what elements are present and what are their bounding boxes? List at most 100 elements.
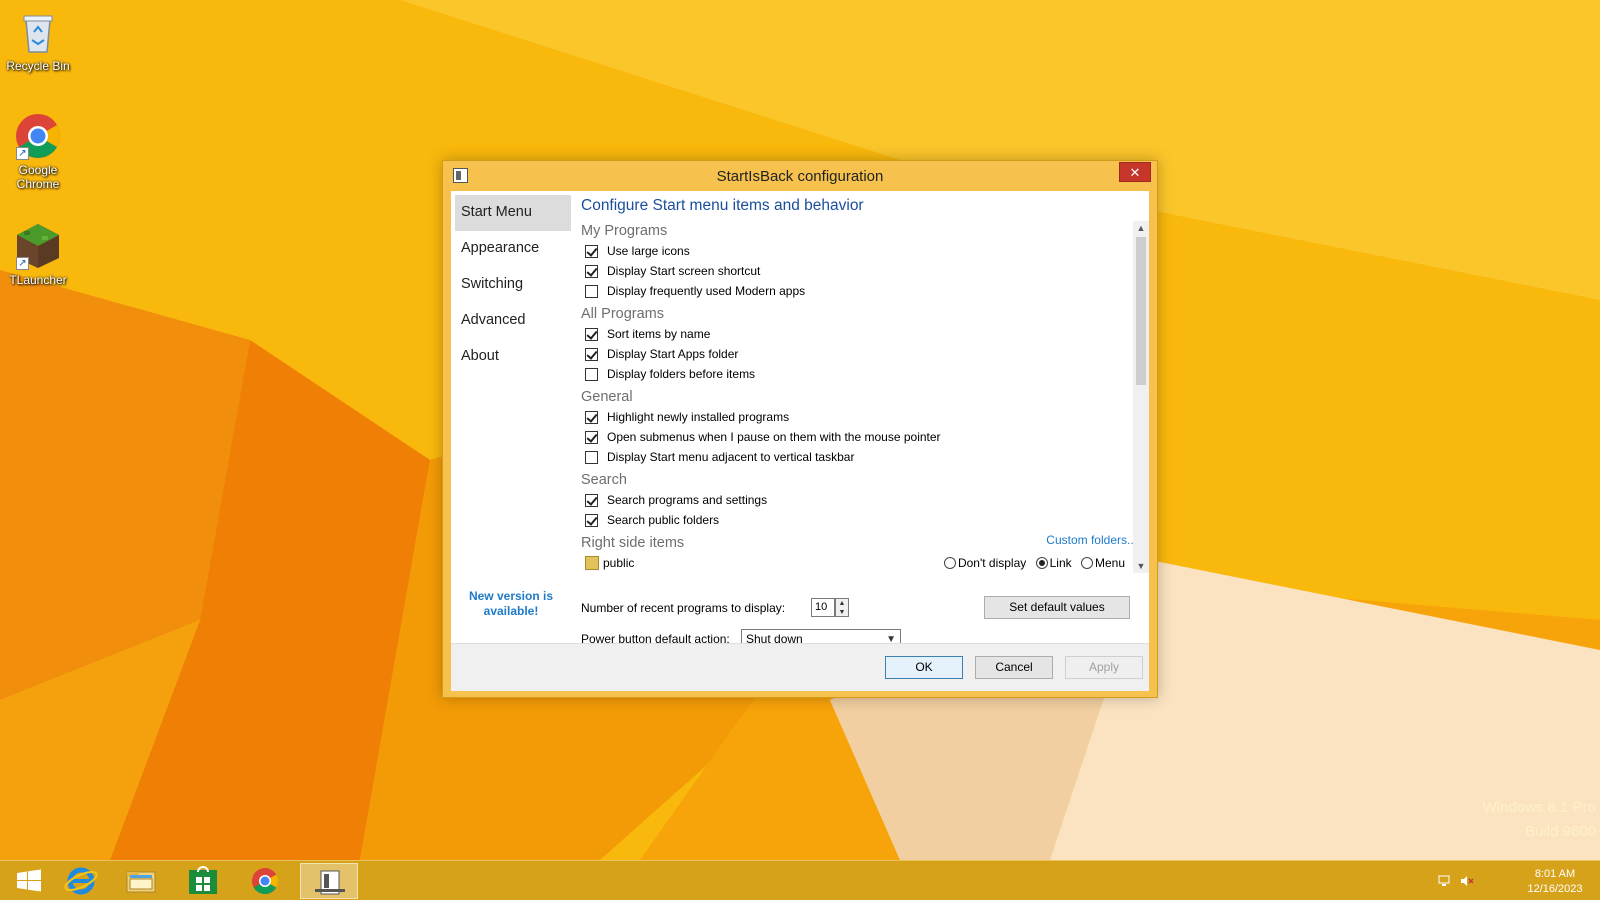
- checkbox-checked[interactable]: [585, 244, 598, 258]
- taskbar: 8:01 AM 12/16/2023: [0, 860, 1600, 900]
- close-icon: ✕: [1129, 165, 1141, 180]
- option-label: Search public folders: [607, 513, 720, 527]
- option-start-apps-folder[interactable]: Display Start Apps folder: [581, 344, 1141, 364]
- chrome-icon: [252, 868, 279, 895]
- option-label: Search programs and settings: [607, 493, 768, 507]
- taskbar-store[interactable]: [174, 863, 232, 899]
- option-frequent-modern-apps[interactable]: Display frequently used Modern apps: [581, 281, 1141, 301]
- desktop-icon-google-chrome[interactable]: ↗ Google Chrome: [2, 112, 74, 191]
- desktop-icon-recycle-bin[interactable]: Recycle Bin: [2, 8, 74, 73]
- section-my-programs: My Programs: [581, 223, 668, 239]
- options-scrollbar[interactable]: ▲ ▼: [1133, 221, 1149, 573]
- radio-menu[interactable]: [1080, 557, 1093, 569]
- options-scroll-area: My Programs Use large icons Display Star…: [581, 221, 1141, 573]
- checkbox-checked[interactable]: [585, 430, 598, 444]
- right-side-item-label: public: [603, 556, 635, 570]
- start-button[interactable]: [0, 863, 58, 899]
- custom-folders-link[interactable]: Custom folders...: [1046, 533, 1137, 547]
- file-explorer-icon: [126, 871, 156, 893]
- option-label: Display Start menu adjacent to vertical …: [607, 450, 855, 464]
- recycle-bin-label: Recycle Bin: [6, 59, 70, 73]
- radio-dont-display[interactable]: [943, 557, 956, 569]
- nav-item-advanced[interactable]: Advanced: [455, 303, 571, 339]
- start-icon: [17, 869, 41, 892]
- radio-label: Don't display: [957, 556, 1027, 570]
- recycle-bin-icon: [14, 8, 62, 56]
- dialog-footer: OK Cancel Apply: [451, 643, 1149, 691]
- option-open-submenus-hover[interactable]: Open submenus when I pause on them with …: [581, 427, 1141, 447]
- folder-icon: [585, 556, 599, 570]
- option-label: Highlight newly installed programs: [607, 410, 790, 424]
- option-label: Display Start Apps folder: [607, 347, 739, 361]
- tlauncher-icon: ↗: [14, 222, 62, 270]
- close-button[interactable]: ✕: [1119, 162, 1151, 182]
- taskbar-clock[interactable]: 8:01 AM 12/16/2023: [1520, 867, 1590, 897]
- startisback-config-dialog: StartIsBack configuration ✕ Start Menu A…: [442, 160, 1158, 698]
- scroll-down-arrow-icon[interactable]: ▼: [1133, 559, 1149, 573]
- window-title: StartIsBack configuration: [716, 168, 884, 185]
- page-heading: Configure Start menu items and behavior: [581, 197, 864, 214]
- option-highlight-new[interactable]: Highlight newly installed programs: [581, 407, 1141, 427]
- ok-button[interactable]: OK: [885, 656, 963, 679]
- windows-watermark: Windows 8.1 Pro Build 9600: [1483, 796, 1596, 844]
- checkbox-checked[interactable]: [585, 264, 598, 278]
- option-use-large-icons[interactable]: Use large icons: [581, 241, 1141, 261]
- option-folders-before-items[interactable]: Display folders before items: [581, 364, 1141, 384]
- taskbar-chrome[interactable]: [236, 863, 294, 899]
- checkbox-checked[interactable]: [585, 410, 598, 424]
- checkbox-checked[interactable]: [585, 493, 598, 507]
- section-all-programs: All Programs: [581, 306, 664, 322]
- internet-explorer-icon: [64, 867, 98, 895]
- option-sort-by-name[interactable]: Sort items by name: [581, 324, 1141, 344]
- checkbox-unchecked[interactable]: [585, 284, 598, 298]
- network-icon[interactable]: [1438, 875, 1452, 887]
- right-side-item-public: public Don't display Link Menu: [581, 553, 1141, 573]
- new-version-link[interactable]: New version is available!: [463, 589, 559, 619]
- startisback-icon: [315, 870, 345, 895]
- nav-item-switching[interactable]: Switching: [455, 267, 571, 303]
- section-general: General: [581, 389, 633, 405]
- set-default-values-button[interactable]: Set default values: [984, 596, 1130, 619]
- nav-item-about[interactable]: About: [455, 339, 571, 375]
- title-bar[interactable]: StartIsBack configuration ✕: [443, 161, 1157, 191]
- desktop-icon-tlauncher[interactable]: ↗ TLauncher: [2, 222, 74, 287]
- taskbar-startisback[interactable]: [300, 863, 358, 899]
- option-label: Display Start screen shortcut: [607, 264, 761, 278]
- checkbox-unchecked[interactable]: [585, 450, 598, 464]
- checkbox-checked[interactable]: [585, 327, 598, 341]
- speaker-muted-icon[interactable]: [1460, 875, 1474, 887]
- recent-programs-label: Number of recent programs to display:: [581, 601, 786, 615]
- option-label: Display folders before items: [607, 367, 756, 381]
- option-label: Display frequently used Modern apps: [607, 284, 806, 298]
- option-label: Use large icons: [607, 244, 690, 258]
- checkbox-checked[interactable]: [585, 513, 598, 527]
- radio-link[interactable]: [1035, 557, 1048, 569]
- shortcut-arrow-icon: ↗: [16, 147, 29, 160]
- checkbox-checked[interactable]: [585, 347, 598, 361]
- chrome-icon: ↗: [14, 112, 62, 160]
- option-search-public-folders[interactable]: Search public folders: [581, 510, 1141, 530]
- cancel-button[interactable]: Cancel: [975, 656, 1053, 679]
- recent-programs-spinner[interactable]: ▲ ▼: [835, 598, 849, 617]
- option-adjacent-vertical-taskbar[interactable]: Display Start menu adjacent to vertical …: [581, 447, 1141, 467]
- apply-button[interactable]: Apply: [1065, 656, 1143, 679]
- option-start-screen-shortcut[interactable]: Display Start screen shortcut: [581, 261, 1141, 281]
- shortcut-arrow-icon: ↗: [16, 257, 29, 270]
- right-side-header: Right side items Custom folders...: [581, 531, 1141, 553]
- checkbox-unchecked[interactable]: [585, 367, 598, 381]
- radio-label: Link: [1049, 556, 1072, 570]
- scroll-thumb[interactable]: [1136, 237, 1146, 385]
- content-header: Configure Start menu items and behavior: [581, 195, 1141, 217]
- option-search-programs-settings[interactable]: Search programs and settings: [581, 490, 1141, 510]
- watermark-edition: Windows 8.1 Pro: [1482, 799, 1596, 816]
- scroll-up-arrow-icon[interactable]: ▲: [1133, 221, 1149, 235]
- taskbar-file-explorer[interactable]: [112, 863, 170, 899]
- nav-item-start-menu[interactable]: Start Menu: [455, 195, 571, 231]
- clock-time: 8:01 AM: [1534, 868, 1576, 880]
- taskbar-internet-explorer[interactable]: [52, 863, 110, 899]
- display-mode-radio-group: Don't display Link Menu: [943, 553, 1131, 573]
- nav-item-appearance[interactable]: Appearance: [455, 231, 571, 267]
- option-label: Open submenus when I pause on them with …: [607, 430, 941, 444]
- recent-programs-input[interactable]: 10: [811, 598, 835, 617]
- clock-date: 12/16/2023: [1527, 883, 1583, 895]
